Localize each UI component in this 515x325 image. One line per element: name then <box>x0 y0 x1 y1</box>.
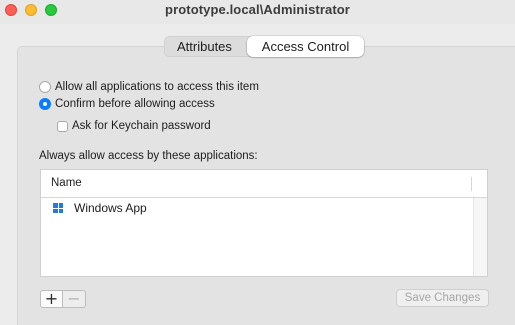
table-header: Name <box>41 170 487 198</box>
keychain-password-label: Ask for Keychain password <box>72 120 211 132</box>
confirm-label: Confirm before allowing access <box>55 98 215 110</box>
confirm-option[interactable]: Confirm before allowing access <box>39 97 215 111</box>
table-row[interactable]: Windows App <box>41 198 471 218</box>
keychain-item-window: prototype.local\Administrator Attributes… <box>0 0 515 325</box>
allow-all-label: Allow all applications to access this it… <box>55 81 259 93</box>
title-bar: prototype.local\Administrator <box>0 0 515 24</box>
allow-all-radio[interactable] <box>39 81 51 93</box>
keychain-password-option[interactable]: Ask for Keychain password <box>57 119 211 133</box>
confirm-radio[interactable] <box>39 98 51 110</box>
save-changes-button[interactable]: Save Changes <box>396 289 489 307</box>
remove-application-button[interactable]: − <box>63 290 86 308</box>
add-remove-buttons: + − <box>40 290 86 308</box>
windows-app-icon <box>53 203 63 213</box>
window-title: prototype.local\Administrator <box>165 2 350 17</box>
column-divider <box>471 177 472 191</box>
add-application-button[interactable]: + <box>40 290 63 308</box>
applications-table[interactable]: Name Windows App <box>40 169 488 277</box>
table-scrollbar[interactable] <box>473 198 487 276</box>
tab-access-control[interactable]: Access Control <box>247 36 364 57</box>
column-header-name[interactable]: Name <box>51 177 82 189</box>
tab-attributes[interactable]: Attributes <box>164 36 247 57</box>
always-allow-label: Always allow access by these application… <box>39 150 258 162</box>
tab-bar: Attributes Access Control <box>164 36 364 57</box>
app-name: Windows App <box>74 201 147 215</box>
keychain-password-checkbox[interactable] <box>57 120 68 132</box>
allow-all-option[interactable]: Allow all applications to access this it… <box>39 80 259 94</box>
